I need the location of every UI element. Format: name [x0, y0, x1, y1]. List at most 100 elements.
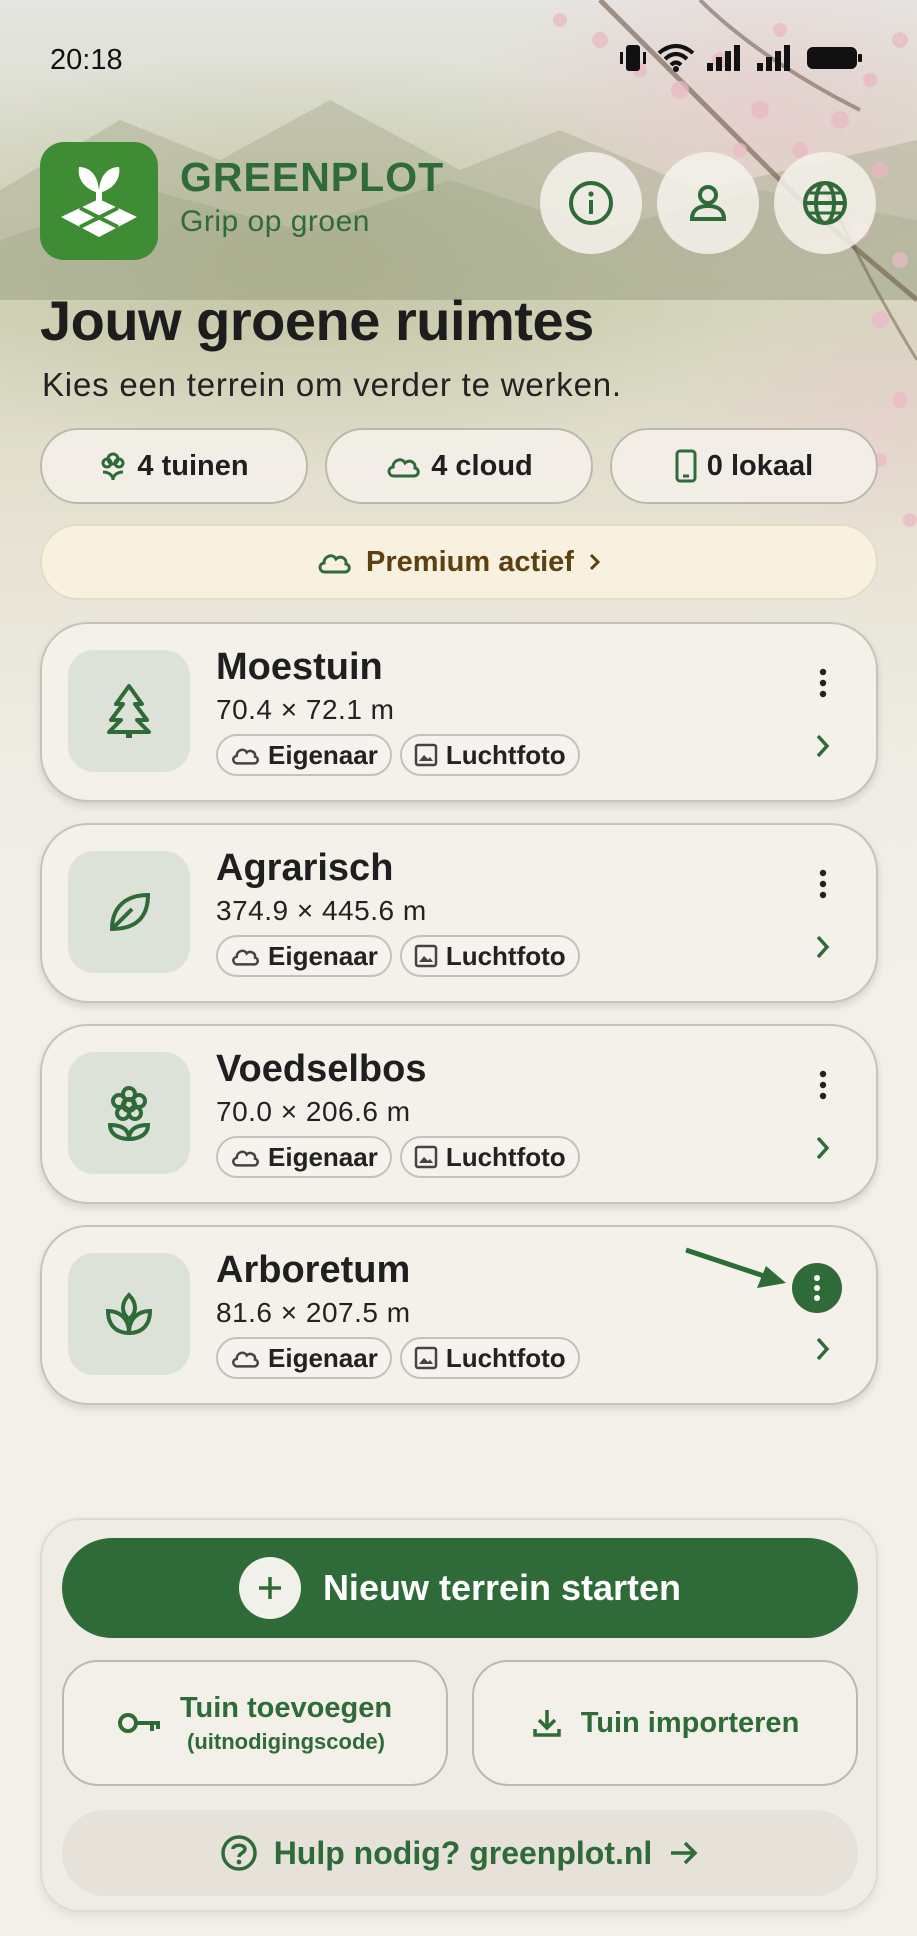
- import-garden-button[interactable]: Tuin importeren: [472, 1660, 858, 1786]
- import-garden-label: Tuin importeren: [580, 1706, 800, 1739]
- brand-name: GREENPLOT: [180, 154, 445, 200]
- phone-icon: [675, 449, 697, 483]
- stats-chips: 4 tuinen 4 cloud 0 lokaal: [40, 428, 878, 504]
- chevron-right-icon[interactable]: [814, 1134, 832, 1162]
- layer-tag: Luchtfoto: [399, 1337, 580, 1379]
- garden-thumbnail: [68, 650, 190, 772]
- app-header: GREENPLOT Grip op groen: [40, 142, 880, 262]
- role-label: Eigenaar: [268, 1141, 378, 1172]
- layer-label: Luchtfoto: [445, 1141, 566, 1172]
- globe-icon: [803, 181, 847, 225]
- role-tag: Eigenaar: [216, 935, 392, 977]
- arrow-right-icon: [671, 1841, 698, 1865]
- info-button[interactable]: [540, 152, 642, 254]
- vibrate-icon: [620, 45, 646, 71]
- more-options-icon[interactable]: [818, 1070, 828, 1100]
- layer-tag: Luchtfoto: [399, 1136, 580, 1178]
- garden-card-arboretum[interactable]: Arboretum 81.6 × 207.5 m Eigenaar Luchtf…: [40, 1225, 878, 1405]
- chevron-right-icon[interactable]: [814, 933, 832, 961]
- gardens-count-label: 4 tuinen: [137, 449, 249, 482]
- layer-label: Luchtfoto: [445, 739, 566, 770]
- local-count-label: 0 lokaal: [706, 449, 814, 482]
- signal-icon-2: [757, 45, 790, 71]
- garden-tags: Eigenaar Luchtfoto: [216, 935, 580, 977]
- page-title: Jouw groene ruimtes: [40, 289, 594, 352]
- image-icon: [414, 1346, 438, 1370]
- role-tag: Eigenaar: [216, 1337, 392, 1379]
- garden-name: Agrarisch: [216, 847, 394, 889]
- cloud-count-label: 4 cloud: [431, 449, 533, 482]
- garden-dimensions: 374.9 × 445.6 m: [216, 895, 427, 926]
- add-garden-label: Tuin toevoegen: [179, 1691, 393, 1724]
- status-time: 20:18: [50, 44, 123, 76]
- layer-tag: Luchtfoto: [399, 935, 580, 977]
- local-count-chip[interactable]: 0 lokaal: [610, 428, 878, 504]
- download-icon: [532, 1710, 561, 1737]
- garden-tags: Eigenaar Luchtfoto: [216, 1136, 580, 1178]
- flower-icon: [101, 452, 125, 481]
- garden-tags: Eigenaar Luchtfoto: [216, 734, 580, 776]
- add-garden-button[interactable]: Tuin toevoegen (uitnodigingscode): [62, 1660, 448, 1786]
- image-icon: [414, 944, 438, 968]
- cloud-icon: [232, 748, 259, 765]
- plus-icon: [238, 1557, 301, 1619]
- cloud-icon: [232, 1351, 259, 1368]
- cloud-icon: [232, 949, 259, 966]
- flower-icon: [107, 1086, 151, 1141]
- chevron-right-icon[interactable]: [814, 1335, 832, 1363]
- garden-thumbnail: [68, 1253, 190, 1375]
- premium-label: Premium actief: [366, 545, 574, 578]
- cloud-icon: [232, 1150, 259, 1167]
- garden-name: Voedselbos: [216, 1048, 427, 1090]
- garden-card-agrarisch[interactable]: Agrarisch 374.9 × 445.6 m Eigenaar Lucht…: [40, 823, 878, 1003]
- chevron-right-icon[interactable]: [814, 732, 832, 760]
- garden-dimensions: 81.6 × 207.5 m: [216, 1297, 411, 1328]
- layer-label: Luchtfoto: [445, 940, 566, 971]
- premium-banner[interactable]: Premium actief: [40, 524, 878, 600]
- image-icon: [414, 1145, 438, 1169]
- status-bar: 20:18: [0, 0, 917, 120]
- brand-tagline: Grip op groen: [180, 205, 370, 238]
- garden-card-voedselbos[interactable]: Voedselbos 70.0 × 206.6 m Eigenaar Lucht…: [40, 1024, 878, 1204]
- role-tag: Eigenaar: [216, 1136, 392, 1178]
- cloud-icon: [318, 554, 351, 574]
- add-garden-text: Tuin toevoegen (uitnodigingscode): [180, 1692, 392, 1755]
- role-tag: Eigenaar: [216, 734, 392, 776]
- image-icon: [414, 743, 438, 767]
- cloud-count-chip[interactable]: 4 cloud: [325, 428, 593, 504]
- help-icon: [220, 1835, 257, 1871]
- new-terrain-label: Nieuw terrein starten: [322, 1567, 682, 1608]
- garden-card-moestuin[interactable]: Moestuin 70.4 × 72.1 m Eigenaar Luchtfot…: [40, 622, 878, 802]
- role-label: Eigenaar: [268, 739, 378, 770]
- more-options-button-highlighted[interactable]: [792, 1263, 842, 1313]
- account-button[interactable]: [657, 152, 759, 254]
- signal-icon-1: [707, 45, 740, 71]
- layer-label: Luchtfoto: [445, 1342, 566, 1373]
- role-label: Eigenaar: [268, 1342, 378, 1373]
- status-icons: [619, 42, 863, 74]
- add-garden-sublabel: (uitnodigingscode): [187, 1728, 385, 1754]
- garden-thumbnail: [68, 1052, 190, 1174]
- help-label: Hulp nodig? greenplot.nl: [273, 1834, 653, 1871]
- more-options-icon[interactable]: [818, 668, 828, 698]
- actions-panel: Nieuw terrein starten Tuin toevoegen (ui…: [40, 1518, 878, 1912]
- garden-dimensions: 70.4 × 72.1 m: [216, 694, 395, 725]
- key-icon: [117, 1713, 160, 1733]
- app-logo: [40, 142, 158, 260]
- more-options-icon: [814, 1275, 820, 1301]
- layer-tag: Luchtfoto: [399, 734, 580, 776]
- brand-block: GREENPLOT Grip op groen: [180, 154, 444, 239]
- more-options-icon[interactable]: [818, 869, 828, 899]
- bottom-actions-area: Nieuw terrein starten Tuin toevoegen (ui…: [0, 1496, 917, 1936]
- garden-tags: Eigenaar Luchtfoto: [216, 1337, 580, 1379]
- gardens-count-chip[interactable]: 4 tuinen: [40, 428, 308, 504]
- garden-dimensions: 70.0 × 206.6 m: [216, 1096, 411, 1127]
- garden-thumbnail: [68, 851, 190, 973]
- help-link[interactable]: Hulp nodig? greenplot.nl: [62, 1810, 858, 1896]
- new-terrain-button[interactable]: Nieuw terrein starten: [62, 1538, 858, 1638]
- garden-name: Arboretum: [216, 1249, 411, 1291]
- language-button[interactable]: [774, 152, 876, 254]
- role-label: Eigenaar: [268, 940, 378, 971]
- page-subtitle: Kies een terrein om verder te werken.: [42, 366, 622, 403]
- tree-icon: [107, 684, 151, 738]
